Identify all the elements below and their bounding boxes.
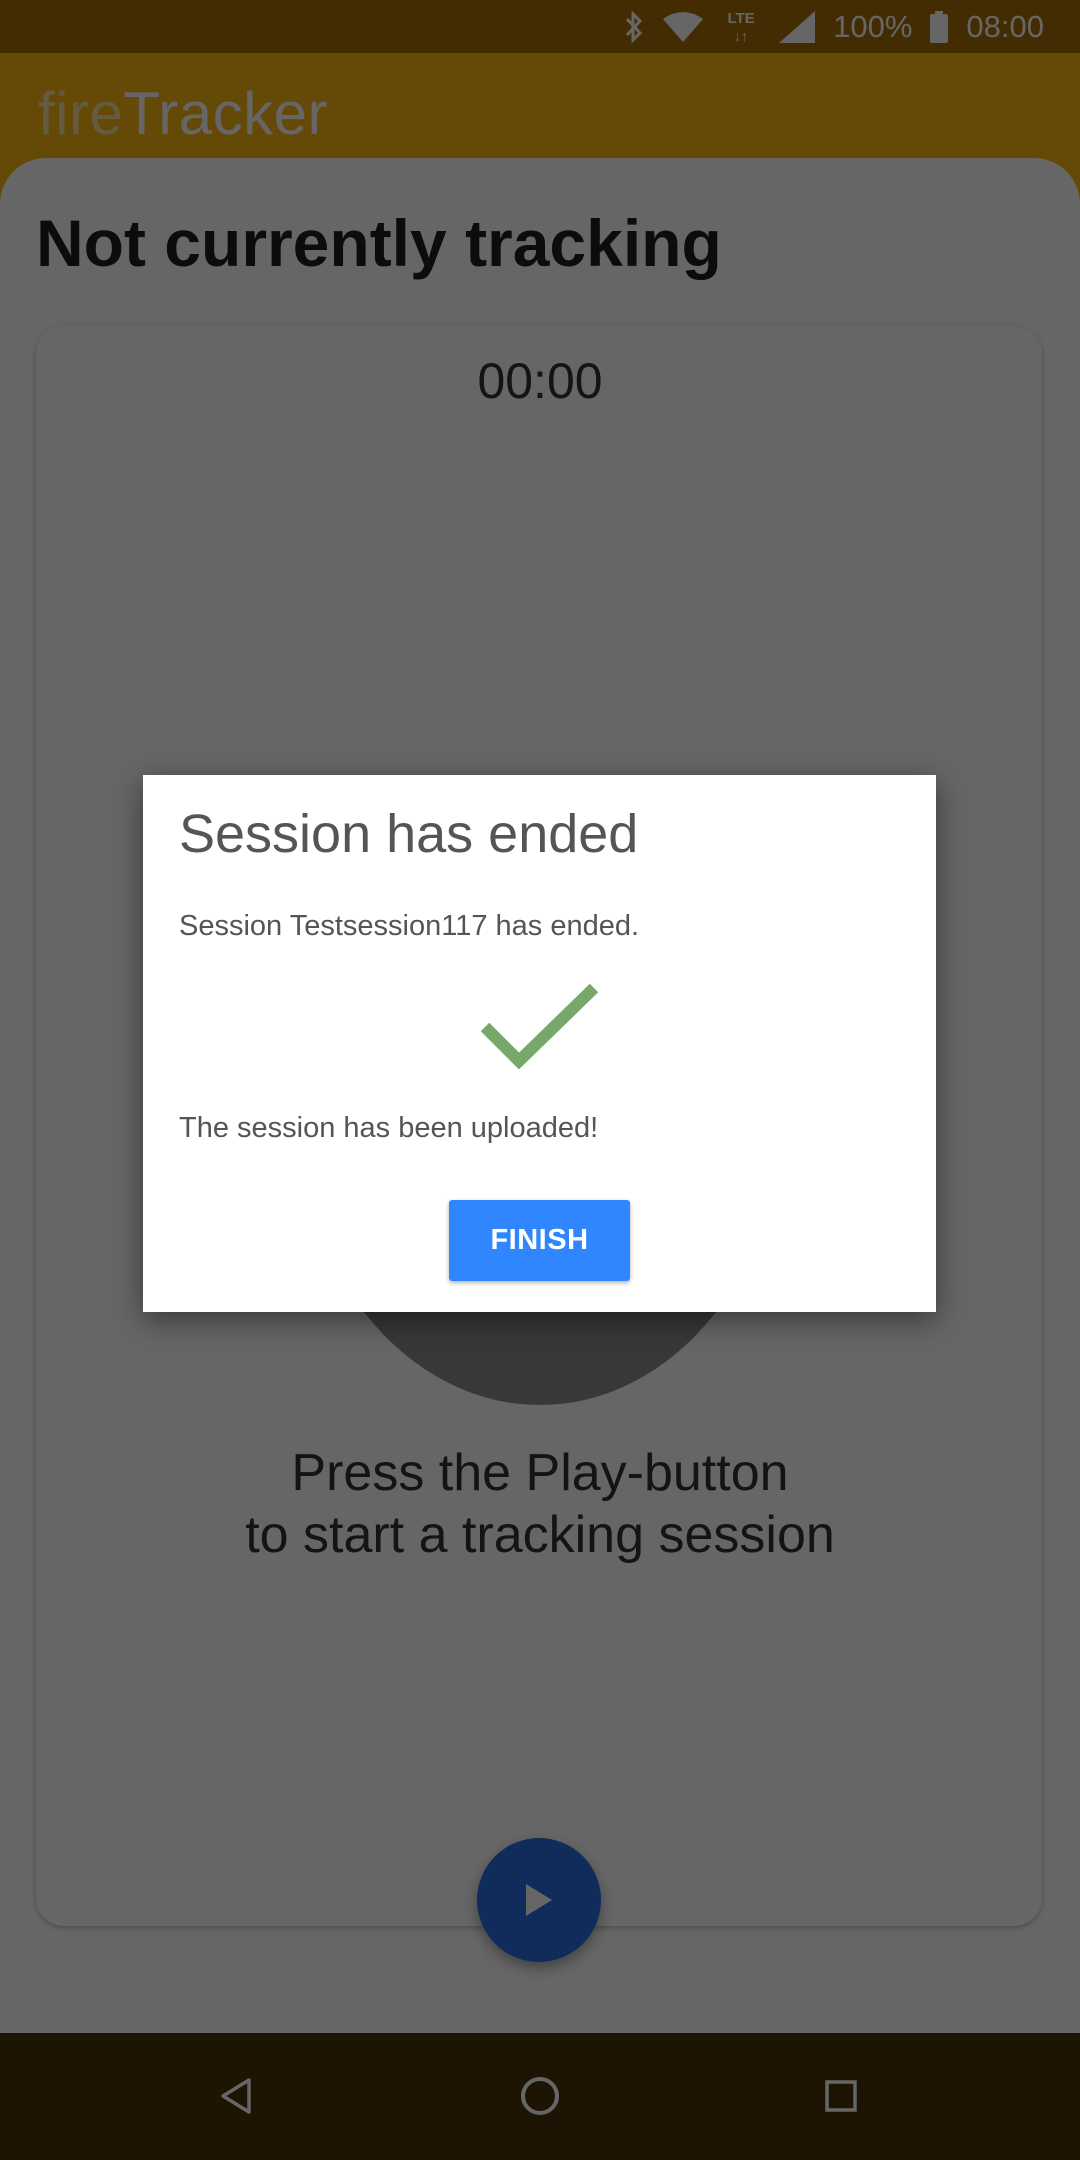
play-button[interactable] — [477, 1838, 601, 1962]
finish-button[interactable]: FINISH — [449, 1200, 630, 1281]
upload-status: The session has been uploaded! — [179, 1112, 599, 1144]
status-bar: LTE ↓↑ 100% 08:00 — [0, 0, 1080, 53]
clock: 08:00 — [966, 8, 1044, 44]
play-icon — [526, 1884, 552, 1916]
back-icon — [221, 2078, 251, 2114]
app-title-prefix: fire — [38, 80, 124, 147]
start-prompt-line-1: Press the Play-button — [291, 1444, 789, 1502]
app-title-main: Tracker — [123, 80, 328, 147]
nav-back-button[interactable] — [201, 2061, 271, 2131]
recents-icon — [825, 2080, 857, 2112]
session-timer: 00:00 — [477, 353, 603, 409]
start-prompt: Press the Play-button to start a trackin… — [0, 1442, 1080, 1566]
signal-icon — [779, 10, 816, 43]
dialog-title: Session has ended — [179, 804, 639, 864]
lte-label: LTE — [727, 9, 755, 27]
checkmark-icon — [480, 983, 599, 1070]
nav-home-button[interactable] — [505, 2061, 575, 2131]
page-title: Not currently tracking — [36, 206, 722, 280]
navigation-bar — [0, 2033, 1080, 2160]
nav-recents-button[interactable] — [806, 2061, 876, 2131]
battery-icon — [930, 10, 949, 43]
bluetooth-icon — [626, 10, 643, 43]
wifi-icon — [663, 11, 704, 42]
session-ended-dialog: Session has ended Session Testsession117… — [143, 775, 936, 1312]
lte-icon: LTE ↓↑ — [721, 7, 761, 47]
app-title: fireTracker — [38, 79, 328, 148]
start-prompt-line-2: to start a tracking session — [245, 1506, 835, 1564]
dialog-message: Session Testsession117 has ended. — [179, 910, 640, 942]
battery-percent: 100% — [833, 8, 913, 44]
home-icon — [521, 2077, 559, 2115]
data-arrows: ↓↑ — [734, 27, 749, 44]
